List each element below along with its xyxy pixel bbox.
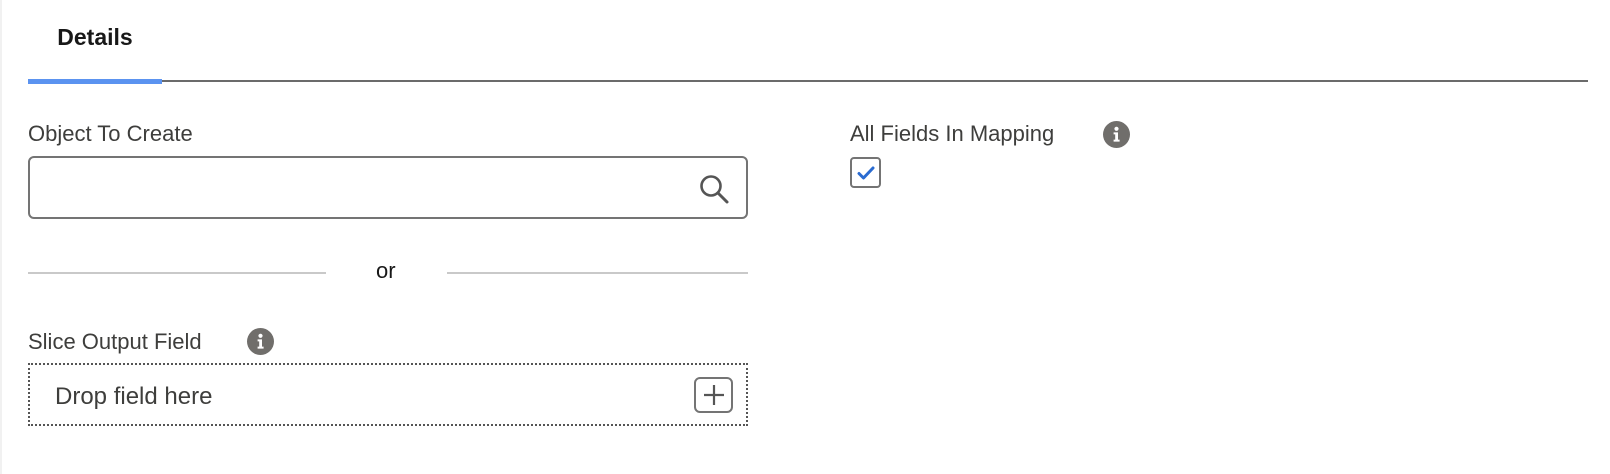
slice-output-field-dropzone[interactable]: Drop field here — [28, 363, 748, 426]
plus-icon — [703, 385, 724, 405]
all-fields-in-mapping-checkbox[interactable] — [850, 157, 881, 188]
tab-bar: Details — [28, 0, 1588, 84]
tab-details-label: Details — [57, 23, 133, 50]
separator-line-left — [28, 272, 326, 274]
info-icon[interactable] — [247, 328, 274, 355]
add-field-button[interactable] — [694, 377, 733, 413]
panel-left-border — [0, 0, 2, 474]
object-to-create-input[interactable] — [42, 166, 686, 212]
object-to-create-label: Object To Create — [28, 121, 193, 146]
active-tab-indicator — [28, 79, 162, 84]
separator-or-text: or — [376, 258, 396, 283]
slice-output-field-label: Slice Output Field — [28, 329, 202, 354]
info-icon[interactable] — [1103, 121, 1130, 148]
tab-details[interactable]: Details — [28, 0, 162, 84]
all-fields-in-mapping-label: All Fields In Mapping — [850, 121, 1055, 146]
object-to-create-lookup[interactable] — [28, 156, 748, 219]
dropzone-placeholder-text: Drop field here — [55, 383, 213, 410]
separator-line-right — [447, 272, 748, 274]
search-icon[interactable] — [698, 173, 730, 205]
check-icon — [857, 166, 874, 179]
details-panel: Details Object To Create or Slice Output… — [0, 0, 1610, 474]
